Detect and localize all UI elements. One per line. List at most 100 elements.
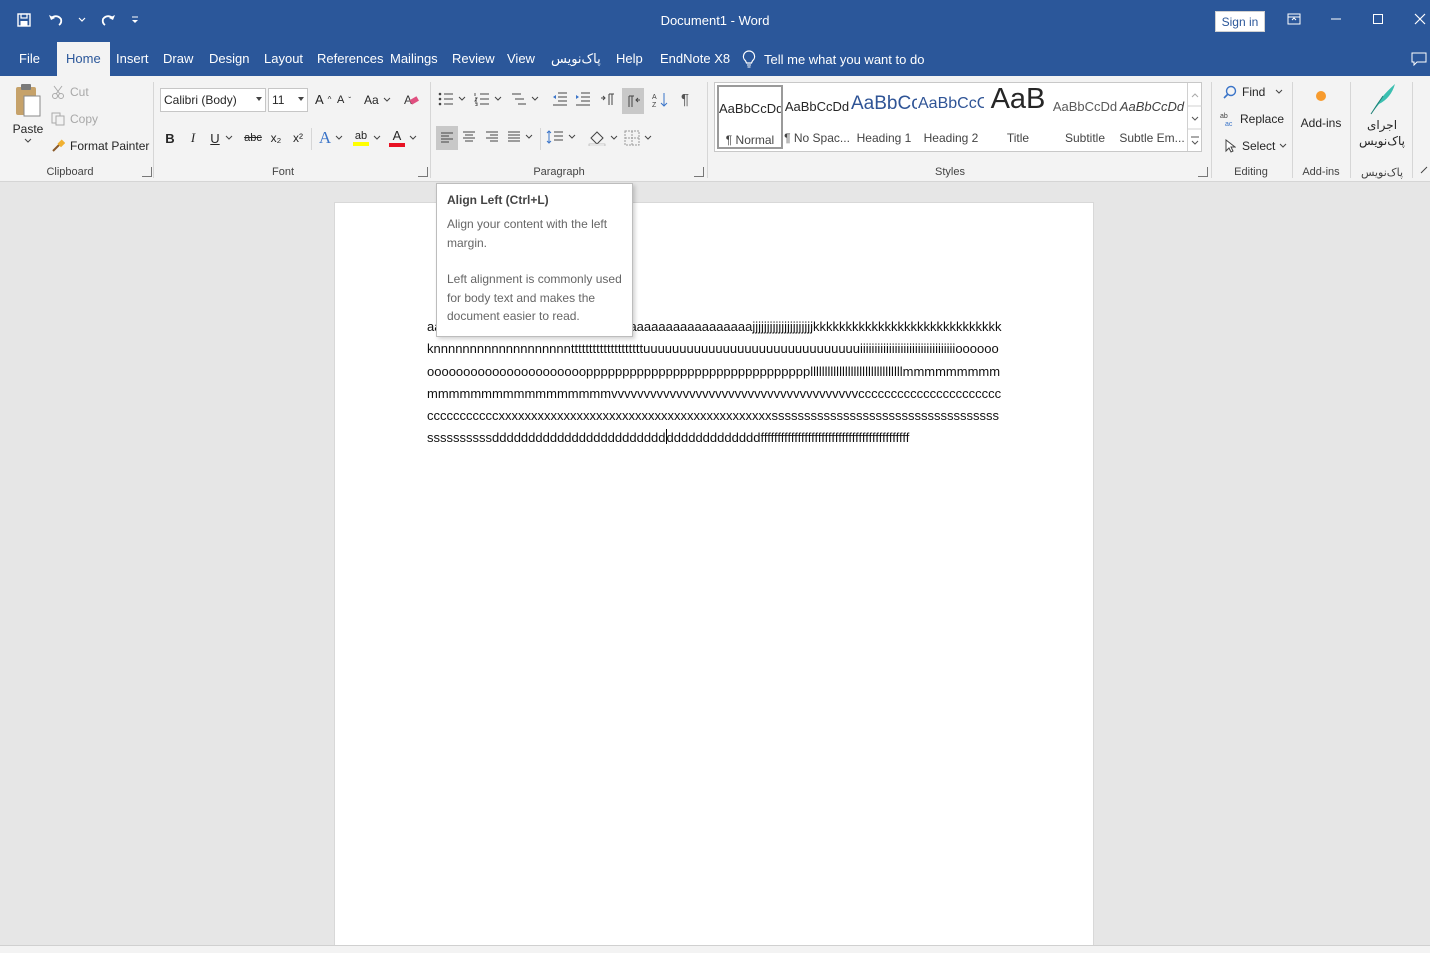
- text-effects-button[interactable]: A: [316, 128, 334, 148]
- bullets-icon: [438, 92, 453, 106]
- style-subtle-emphasis[interactable]: AaBbCcDd Subtle Em...: [1119, 85, 1185, 149]
- text-effects-dropdown[interactable]: [334, 128, 344, 148]
- bullets-button[interactable]: [438, 92, 466, 106]
- chevron-down-icon: [335, 135, 343, 140]
- font-color-button[interactable]: A: [388, 128, 406, 148]
- tab-design[interactable]: Design: [200, 42, 258, 76]
- divider: [707, 82, 708, 178]
- minimize-icon[interactable]: [1322, 8, 1350, 30]
- select-button[interactable]: Select: [1222, 138, 1287, 154]
- tab-help[interactable]: Help: [607, 42, 652, 76]
- copy-button[interactable]: Copy: [50, 111, 98, 127]
- change-case-button[interactable]: Aa: [364, 93, 391, 107]
- shading-button[interactable]: [588, 130, 618, 146]
- tooltip-description: Align your content with the left margin.: [447, 217, 608, 250]
- clipboard-group-label: Clipboard: [46, 166, 94, 178]
- tab-mailings[interactable]: Mailings: [381, 42, 447, 76]
- replace-button[interactable]: ab ac Replace: [1220, 111, 1284, 127]
- right-to-left-icon: [628, 95, 640, 107]
- style-no-spacing[interactable]: AaBbCcDd ¶ No Spac...: [784, 85, 850, 149]
- cursor-arrow-icon: [1222, 138, 1238, 154]
- comments-icon[interactable]: [1411, 52, 1427, 69]
- style-title[interactable]: AaB Title: [985, 83, 1051, 149]
- increase-indent-button[interactable]: [575, 92, 591, 106]
- cut-button[interactable]: Cut: [50, 84, 89, 100]
- tab-view[interactable]: View: [498, 42, 544, 76]
- run-pakneviss-button[interactable]: اجرای پاک‌نویس: [1356, 82, 1408, 148]
- tell-me-search[interactable]: Tell me what you want to do: [742, 50, 924, 68]
- chevron-down-icon: [256, 97, 262, 101]
- close-icon[interactable]: [1406, 8, 1430, 30]
- tab-references[interactable]: References: [308, 42, 392, 76]
- show-marks-button[interactable]: ¶: [681, 91, 689, 108]
- justify-icon: [508, 131, 520, 142]
- line-spacing-button[interactable]: [546, 130, 576, 144]
- clipboard-launcher-icon[interactable]: [142, 167, 152, 177]
- paste-button[interactable]: Paste: [10, 82, 46, 144]
- ribbon-display-options-icon[interactable]: [1280, 8, 1308, 30]
- replace-label: Replace: [1240, 112, 1285, 126]
- sign-in-button[interactable]: Sign in: [1215, 11, 1265, 32]
- collapse-ribbon-icon[interactable]: [1420, 166, 1428, 174]
- rtl-button[interactable]: [622, 88, 644, 114]
- subscript-button[interactable]: x₂: [266, 128, 286, 148]
- shrink-font-button[interactable]: Aˇ: [337, 94, 351, 106]
- tab-home[interactable]: Home: [57, 42, 110, 76]
- sort-button[interactable]: AZ: [652, 92, 668, 108]
- font-family-select[interactable]: Calibri (Body): [160, 88, 266, 112]
- tab-pakneviss[interactable]: پاک‌نویس: [542, 42, 610, 76]
- paragraph-launcher-icon[interactable]: [694, 167, 704, 177]
- decrease-indent-button[interactable]: [552, 92, 568, 106]
- font-size-select[interactable]: 11: [268, 88, 308, 112]
- grow-font-label: A: [315, 92, 324, 107]
- styles-gallery: AaBbCcDd ¶ Normal AaBbCcDd ¶ No Spac... …: [714, 82, 1202, 152]
- highlight-color-button[interactable]: ab: [351, 128, 371, 148]
- numbering-button[interactable]: [474, 92, 502, 106]
- style-heading-1[interactable]: AaBbCc Heading 1: [851, 85, 917, 149]
- strikethrough-button[interactable]: abc: [240, 128, 266, 148]
- chevron-down-icon: [383, 97, 391, 102]
- highlight-dropdown[interactable]: [372, 128, 382, 148]
- clear-formatting-button[interactable]: A: [403, 92, 419, 108]
- find-label: Find: [1242, 85, 1266, 99]
- divider: [1350, 82, 1351, 178]
- tab-insert[interactable]: Insert: [107, 42, 158, 76]
- gallery-scroll-arrows-icon: [1188, 93, 1202, 145]
- bold-button[interactable]: B: [161, 128, 179, 148]
- paste-label: Paste: [12, 122, 44, 136]
- tab-draw[interactable]: Draw: [154, 42, 202, 76]
- justify-button[interactable]: [507, 131, 533, 143]
- font-color-dropdown[interactable]: [408, 128, 418, 148]
- feather-pen-icon: [1370, 84, 1395, 115]
- styles-scroll[interactable]: [1187, 83, 1202, 151]
- align-right-button[interactable]: [485, 131, 499, 143]
- paintbrush-icon: [50, 138, 66, 154]
- grow-font-button[interactable]: A ^: [315, 92, 331, 107]
- tab-layout[interactable]: Layout: [255, 42, 312, 76]
- add-ins-button[interactable]: Add-ins: [1300, 90, 1342, 130]
- styles-launcher-icon[interactable]: [1198, 167, 1208, 177]
- borders-button[interactable]: [624, 130, 652, 146]
- format-painter-button[interactable]: Format Painter: [50, 138, 149, 154]
- style-name: Title: [1006, 131, 1030, 145]
- font-family-value: Calibri (Body): [164, 93, 237, 107]
- align-left-button[interactable]: [436, 126, 458, 150]
- tab-file[interactable]: File: [10, 42, 49, 76]
- italic-button[interactable]: I: [184, 128, 202, 148]
- divider: [1292, 82, 1293, 178]
- find-button[interactable]: Find: [1222, 84, 1283, 100]
- maximize-icon[interactable]: [1364, 8, 1392, 30]
- style-heading-2[interactable]: AaBbCcC Heading 2: [918, 85, 984, 149]
- tab-review[interactable]: Review: [443, 42, 504, 76]
- style-normal[interactable]: AaBbCcDd ¶ Normal: [717, 85, 783, 149]
- center-button[interactable]: [462, 131, 476, 143]
- font-launcher-icon[interactable]: [418, 167, 428, 177]
- underline-dropdown[interactable]: [224, 128, 234, 148]
- underline-button[interactable]: U: [206, 128, 224, 148]
- superscript-button[interactable]: x²: [288, 128, 308, 148]
- tab-endnote[interactable]: EndNote X8: [651, 42, 739, 76]
- multilevel-list-button[interactable]: [511, 92, 539, 106]
- divider: [430, 82, 431, 178]
- style-subtitle[interactable]: AaBbCcDd Subtitle: [1052, 85, 1118, 149]
- ltr-button[interactable]: [600, 92, 616, 106]
